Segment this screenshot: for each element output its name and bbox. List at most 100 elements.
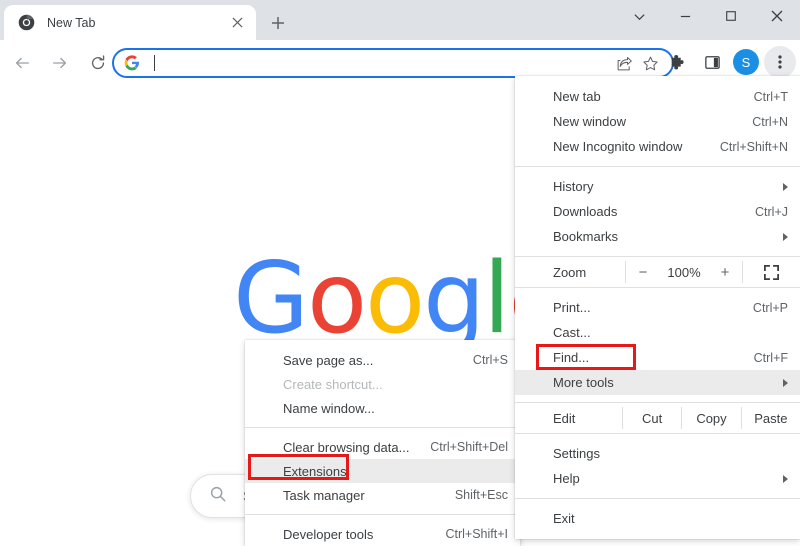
reload-icon[interactable]: [82, 47, 114, 79]
menu-item-settings[interactable]: Settings: [515, 441, 800, 466]
menu-item-shortcut: Ctrl+Shift+N: [719, 139, 788, 154]
arrow-left-icon[interactable]: [6, 47, 38, 79]
menu-item-create-shortcut: Create shortcut...: [245, 372, 520, 396]
menu-item-label: History: [553, 179, 594, 194]
copy-button[interactable]: Copy: [682, 403, 740, 433]
menu-item-label: Save page as...: [283, 352, 374, 368]
menu-item-cast[interactable]: Cast...: [515, 320, 800, 345]
zoom-row: Zoom − 100% +: [515, 256, 800, 288]
chevron-right-icon: [783, 182, 788, 191]
menu-item-label: Cast...: [553, 325, 591, 340]
menu-item-shortcut: Ctrl+Shift+Del: [430, 440, 508, 454]
menu-separator: [245, 427, 520, 428]
menu-item-shortcut: Ctrl+F: [753, 350, 788, 365]
menu-item-label: Extensions: [283, 463, 347, 479]
menu-item-label: New window: [553, 114, 626, 129]
menu-item-shortcut: Ctrl+J: [755, 204, 788, 219]
zoom-level-value: 100%: [667, 264, 701, 280]
menu-separator: [515, 166, 800, 167]
menu-item-shortcut: Ctrl+T: [753, 89, 788, 104]
menu-item-exit[interactable]: Exit: [515, 506, 800, 531]
chevron-right-icon: [783, 232, 788, 241]
edit-row: Edit Cut Copy Paste: [515, 402, 800, 434]
edit-label: Edit: [553, 410, 576, 426]
chevron-right-icon: [783, 474, 788, 483]
menu-item-label: Task manager: [283, 487, 365, 503]
menu-separator: [245, 514, 520, 515]
menu-item-shortcut: Shift+Esc: [454, 488, 508, 502]
menu-item-new-incognito-window[interactable]: New Incognito window Ctrl+Shift+N: [515, 134, 800, 159]
menu-item-label: Create shortcut...: [283, 376, 383, 392]
menu-item-history[interactable]: History: [515, 174, 800, 199]
minimize-icon[interactable]: [662, 0, 708, 32]
logo-letter: o: [365, 242, 425, 356]
side-panel-icon[interactable]: [696, 46, 728, 78]
cut-button[interactable]: Cut: [623, 403, 681, 433]
omnibox-actions: [612, 51, 662, 75]
menu-item-shortcut: Ctrl+Shift+I: [445, 527, 508, 541]
tab-title: New Tab: [47, 15, 96, 30]
chevron-right-icon: [783, 378, 788, 387]
menu-item-label: Downloads: [553, 204, 618, 219]
maximize-icon[interactable]: [708, 0, 754, 32]
chrome-icon: [18, 14, 35, 31]
menu-item-name-window[interactable]: Name window...: [245, 396, 520, 420]
menu-item-clear-browsing-data[interactable]: Clear browsing data... Ctrl+Shift+Del: [245, 435, 520, 459]
menu-item-label: Clear browsing data...: [283, 439, 410, 455]
fullscreen-icon[interactable]: [743, 257, 800, 287]
share-icon[interactable]: [612, 51, 636, 75]
paste-button[interactable]: Paste: [742, 403, 800, 433]
zoom-label: Zoom: [553, 264, 587, 280]
logo-letter: l: [483, 242, 510, 356]
menu-item-new-tab[interactable]: New tab Ctrl+T: [515, 84, 800, 109]
menu-separator: [515, 498, 800, 499]
star-icon[interactable]: [638, 51, 662, 75]
menu-item-shortcut: Ctrl+N: [752, 114, 788, 129]
zoom-out-button[interactable]: −: [626, 257, 660, 287]
arrow-right-icon[interactable]: [44, 47, 76, 79]
avatar[interactable]: S: [733, 49, 759, 75]
menu-item-shortcut: Ctrl+S: [472, 353, 508, 367]
menu-item-new-window[interactable]: New window Ctrl+N: [515, 109, 800, 134]
menu-item-label: New tab: [553, 89, 601, 104]
tab-new-tab[interactable]: New Tab: [4, 5, 256, 40]
three-dot-menu-icon[interactable]: [764, 46, 796, 78]
text-caret: [154, 55, 155, 71]
close-icon[interactable]: [226, 12, 248, 34]
address-bar[interactable]: [112, 48, 674, 78]
search-icon: [209, 485, 227, 508]
menu-item-more-tools[interactable]: More tools: [515, 370, 800, 395]
menu-item-label: Exit: [553, 511, 575, 526]
tab-strip: New Tab: [0, 0, 800, 40]
menu-item-label: More tools: [553, 375, 614, 390]
zoom-in-button[interactable]: +: [708, 257, 742, 287]
more-tools-submenu: Save page as... Ctrl+S Create shortcut..…: [245, 340, 520, 546]
menu-item-label: Name window...: [283, 400, 375, 416]
logo-letter: g: [423, 242, 485, 356]
logo-letter: o: [307, 242, 367, 356]
menu-item-print[interactable]: Print... Ctrl+P: [515, 295, 800, 320]
menu-item-task-manager[interactable]: Task manager Shift+Esc: [245, 483, 520, 507]
new-tab-button[interactable]: [264, 9, 292, 37]
menu-item-save-page-as[interactable]: Save page as... Ctrl+S: [245, 348, 520, 372]
menu-item-downloads[interactable]: Downloads Ctrl+J: [515, 199, 800, 224]
google-g-icon: [124, 55, 140, 71]
menu-item-label: New Incognito window: [553, 139, 683, 154]
menu-item-label: Print...: [553, 300, 591, 315]
close-icon[interactable]: [754, 0, 800, 32]
logo-letter: G: [233, 242, 309, 356]
menu-item-label: Bookmarks: [553, 229, 619, 244]
menu-item-label: Help: [553, 471, 580, 486]
menu-item-find[interactable]: Find... Ctrl+F: [515, 345, 800, 370]
chevron-down-icon[interactable]: [616, 0, 662, 32]
chrome-main-menu: New tab Ctrl+T New window Ctrl+N New Inc…: [515, 76, 800, 539]
menu-item-bookmarks[interactable]: Bookmarks: [515, 224, 800, 249]
toolbar-right-actions: S: [662, 46, 796, 78]
browser-window: New Tab S Googl Save page as... Ctrl+S C…: [0, 0, 800, 546]
menu-item-help[interactable]: Help: [515, 466, 800, 491]
menu-item-label: Settings: [553, 446, 600, 461]
puzzle-piece-icon[interactable]: [662, 46, 694, 78]
menu-item-label: Developer tools: [283, 526, 374, 542]
menu-item-developer-tools[interactable]: Developer tools Ctrl+Shift+I: [245, 522, 520, 546]
menu-item-extensions[interactable]: Extensions: [245, 459, 520, 483]
